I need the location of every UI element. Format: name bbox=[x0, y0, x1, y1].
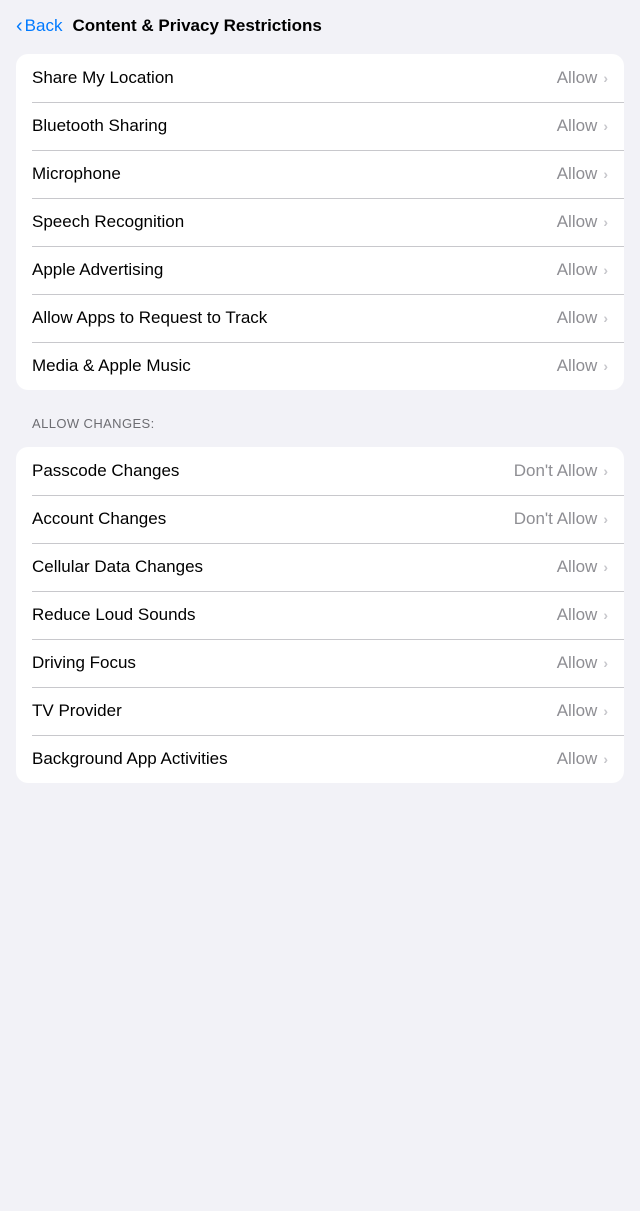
chevron-right-icon: › bbox=[603, 262, 608, 278]
list-item[interactable]: Cellular Data ChangesAllow › bbox=[16, 543, 624, 591]
section2-label: ALLOW CHANGES: bbox=[0, 398, 640, 439]
chevron-right-icon: › bbox=[603, 70, 608, 86]
back-button[interactable]: ‹ Back bbox=[16, 16, 62, 36]
chevron-right-icon: › bbox=[603, 703, 608, 719]
header: ‹ Back Content & Privacy Restrictions bbox=[0, 0, 640, 46]
list-item[interactable]: Speech RecognitionAllow › bbox=[16, 198, 624, 246]
row-label: Apple Advertising bbox=[32, 260, 557, 280]
row-label: Bluetooth Sharing bbox=[32, 116, 557, 136]
chevron-right-icon: › bbox=[603, 166, 608, 182]
back-label: Back bbox=[25, 16, 63, 36]
row-value: Allow bbox=[557, 653, 598, 673]
list-item[interactable]: Media & Apple MusicAllow › bbox=[16, 342, 624, 390]
list-item[interactable]: Driving FocusAllow › bbox=[16, 639, 624, 687]
row-value: Allow bbox=[557, 116, 598, 136]
list-item[interactable]: Account ChangesDon't Allow › bbox=[16, 495, 624, 543]
chevron-right-icon: › bbox=[603, 118, 608, 134]
row-label: Reduce Loud Sounds bbox=[32, 605, 557, 625]
chevron-right-icon: › bbox=[603, 463, 608, 479]
list-item[interactable]: TV ProviderAllow › bbox=[16, 687, 624, 735]
row-label: Passcode Changes bbox=[32, 461, 514, 481]
list-item[interactable]: Background App ActivitiesAllow › bbox=[16, 735, 624, 783]
row-label: Share My Location bbox=[32, 68, 557, 88]
row-label: Allow Apps to Request to Track bbox=[32, 308, 557, 328]
list-item[interactable]: Reduce Loud SoundsAllow › bbox=[16, 591, 624, 639]
chevron-right-icon: › bbox=[603, 655, 608, 671]
row-value: Allow bbox=[557, 260, 598, 280]
row-label: Account Changes bbox=[32, 509, 514, 529]
row-value: Don't Allow bbox=[514, 461, 598, 481]
row-label: Microphone bbox=[32, 164, 557, 184]
chevron-right-icon: › bbox=[603, 358, 608, 374]
list-item[interactable]: Share My LocationAllow › bbox=[16, 54, 624, 102]
row-label: TV Provider bbox=[32, 701, 557, 721]
row-value: Allow bbox=[557, 605, 598, 625]
section1-card: Share My LocationAllow›Bluetooth Sharing… bbox=[16, 54, 624, 390]
row-value: Don't Allow bbox=[514, 509, 598, 529]
row-value: Allow bbox=[557, 749, 598, 769]
row-value: Allow bbox=[557, 356, 598, 376]
row-value: Allow bbox=[557, 164, 598, 184]
chevron-right-icon: › bbox=[603, 310, 608, 326]
row-label: Media & Apple Music bbox=[32, 356, 557, 376]
list-item[interactable]: Allow Apps to Request to TrackAllow › bbox=[16, 294, 624, 342]
chevron-right-icon: › bbox=[603, 511, 608, 527]
row-label: Speech Recognition bbox=[32, 212, 557, 232]
row-value: Allow bbox=[557, 308, 598, 328]
chevron-right-icon: › bbox=[603, 751, 608, 767]
chevron-right-icon: › bbox=[603, 214, 608, 230]
list-item[interactable]: Bluetooth SharingAllow › bbox=[16, 102, 624, 150]
page-title: Content & Privacy Restrictions bbox=[72, 16, 321, 36]
chevron-right-icon: › bbox=[603, 607, 608, 623]
list-item[interactable]: MicrophoneAllow › bbox=[16, 150, 624, 198]
row-value: Allow bbox=[557, 212, 598, 232]
row-label: Background App Activities bbox=[32, 749, 557, 769]
row-label: Driving Focus bbox=[32, 653, 557, 673]
row-value: Allow bbox=[557, 557, 598, 577]
section2-card: Passcode ChangesDon't Allow›Account Chan… bbox=[16, 447, 624, 783]
row-value: Allow bbox=[557, 701, 598, 721]
list-item[interactable]: Apple AdvertisingAllow › bbox=[16, 246, 624, 294]
row-value: Allow bbox=[557, 68, 598, 88]
list-item[interactable]: Passcode ChangesDon't Allow › bbox=[16, 447, 624, 495]
chevron-right-icon: › bbox=[603, 559, 608, 575]
back-chevron-icon: ‹ bbox=[16, 16, 23, 36]
row-label: Cellular Data Changes bbox=[32, 557, 557, 577]
